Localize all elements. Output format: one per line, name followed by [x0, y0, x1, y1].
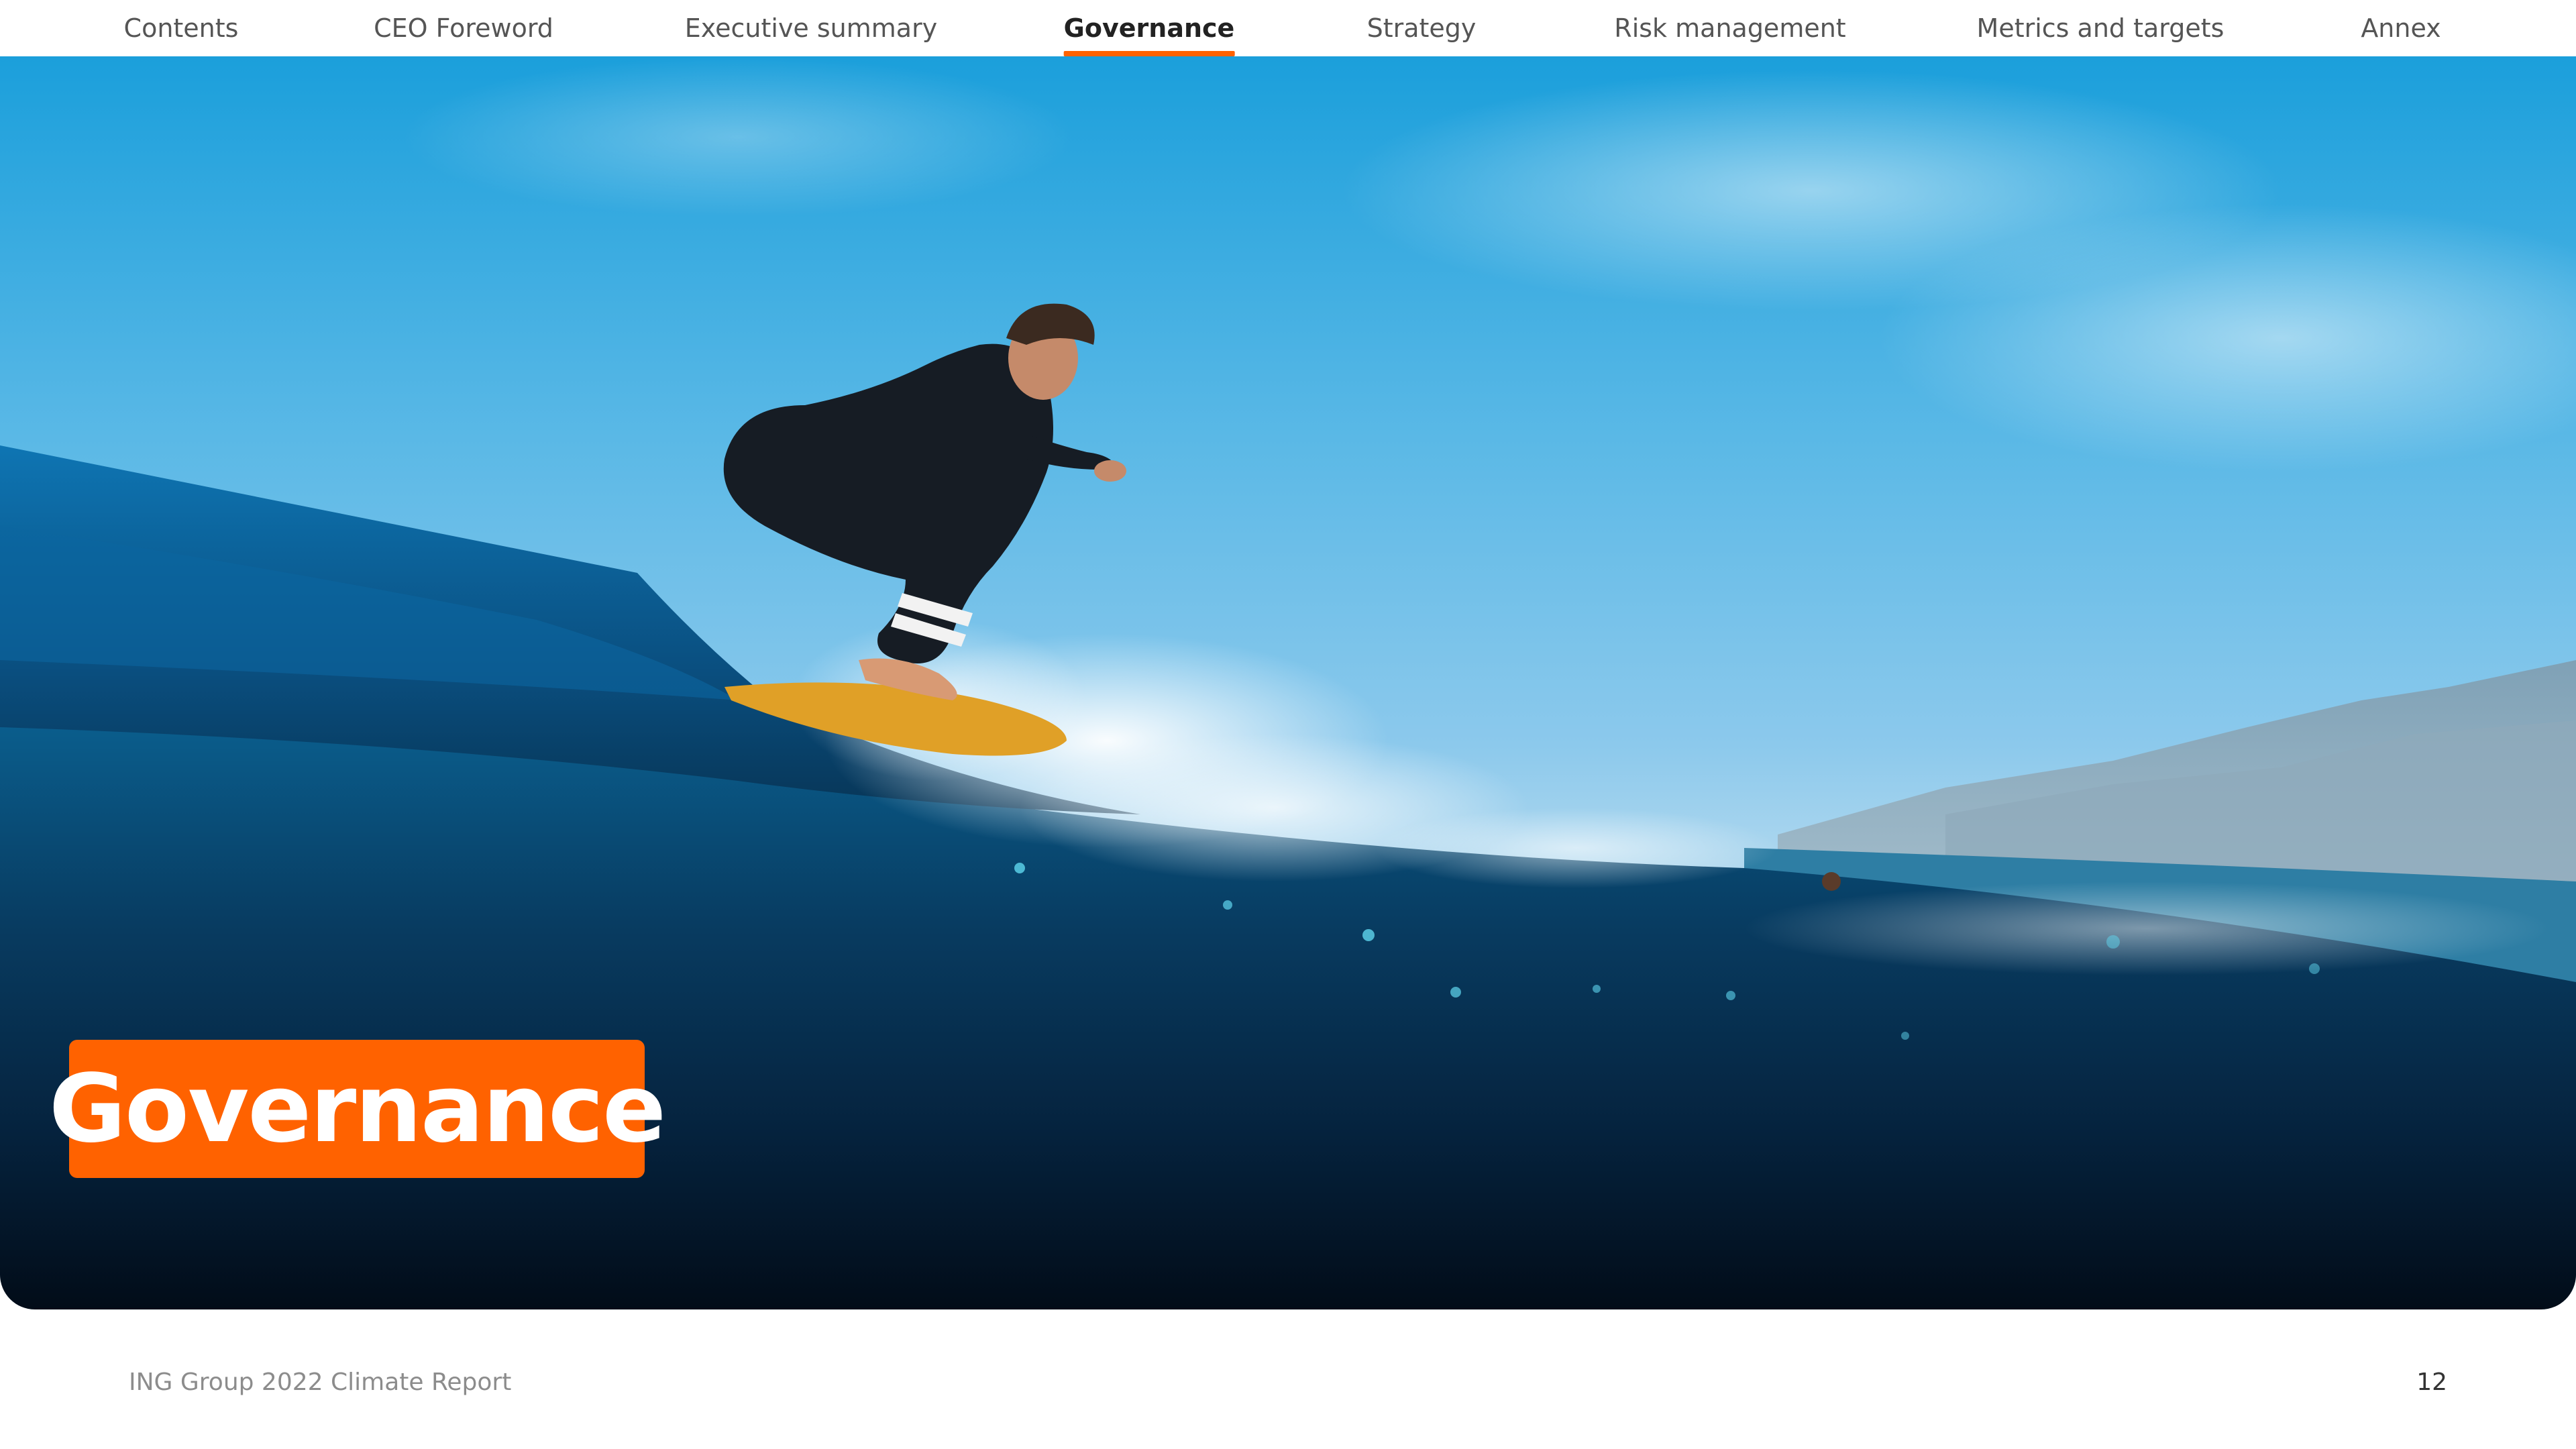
nav-item-label: Annex	[2361, 13, 2441, 43]
nav-item-label: Governance	[1063, 13, 1235, 43]
nav-item-metrics-and-targets[interactable]: Metrics and targets	[1977, 0, 2224, 56]
nav-item-label: Risk management	[1614, 13, 1846, 43]
section-title: Governance	[48, 1054, 666, 1164]
nav-item-contents[interactable]: Contents	[124, 0, 239, 56]
footer-report-title: ING Group 2022 Climate Report	[129, 1368, 512, 1396]
nav-item-annex[interactable]: Annex	[2361, 0, 2440, 56]
nav-item-executive-summary[interactable]: Executive summary	[685, 0, 937, 56]
hero-image: Governance	[0, 56, 2576, 1309]
nav-item-governance[interactable]: Governance	[1063, 0, 1235, 56]
nav-item-label: Executive summary	[684, 13, 938, 43]
active-tab-indicator	[1063, 51, 1235, 56]
nav-item-risk-management[interactable]: Risk management	[1614, 0, 1845, 56]
nav-item-ceo-foreword[interactable]: CEO Foreword	[374, 0, 553, 56]
top-navigation: Contents CEO Foreword Executive summary …	[0, 0, 2576, 56]
nav-item-label: Strategy	[1366, 13, 1477, 43]
nav-item-strategy[interactable]: Strategy	[1367, 0, 1477, 56]
nav-item-label: Contents	[123, 13, 239, 43]
nav-item-label: CEO Foreword	[374, 13, 553, 43]
nav-item-label: Metrics and targets	[1976, 13, 2224, 43]
page-number: 12	[2416, 1368, 2447, 1396]
section-title-badge: Governance	[49, 1040, 666, 1178]
